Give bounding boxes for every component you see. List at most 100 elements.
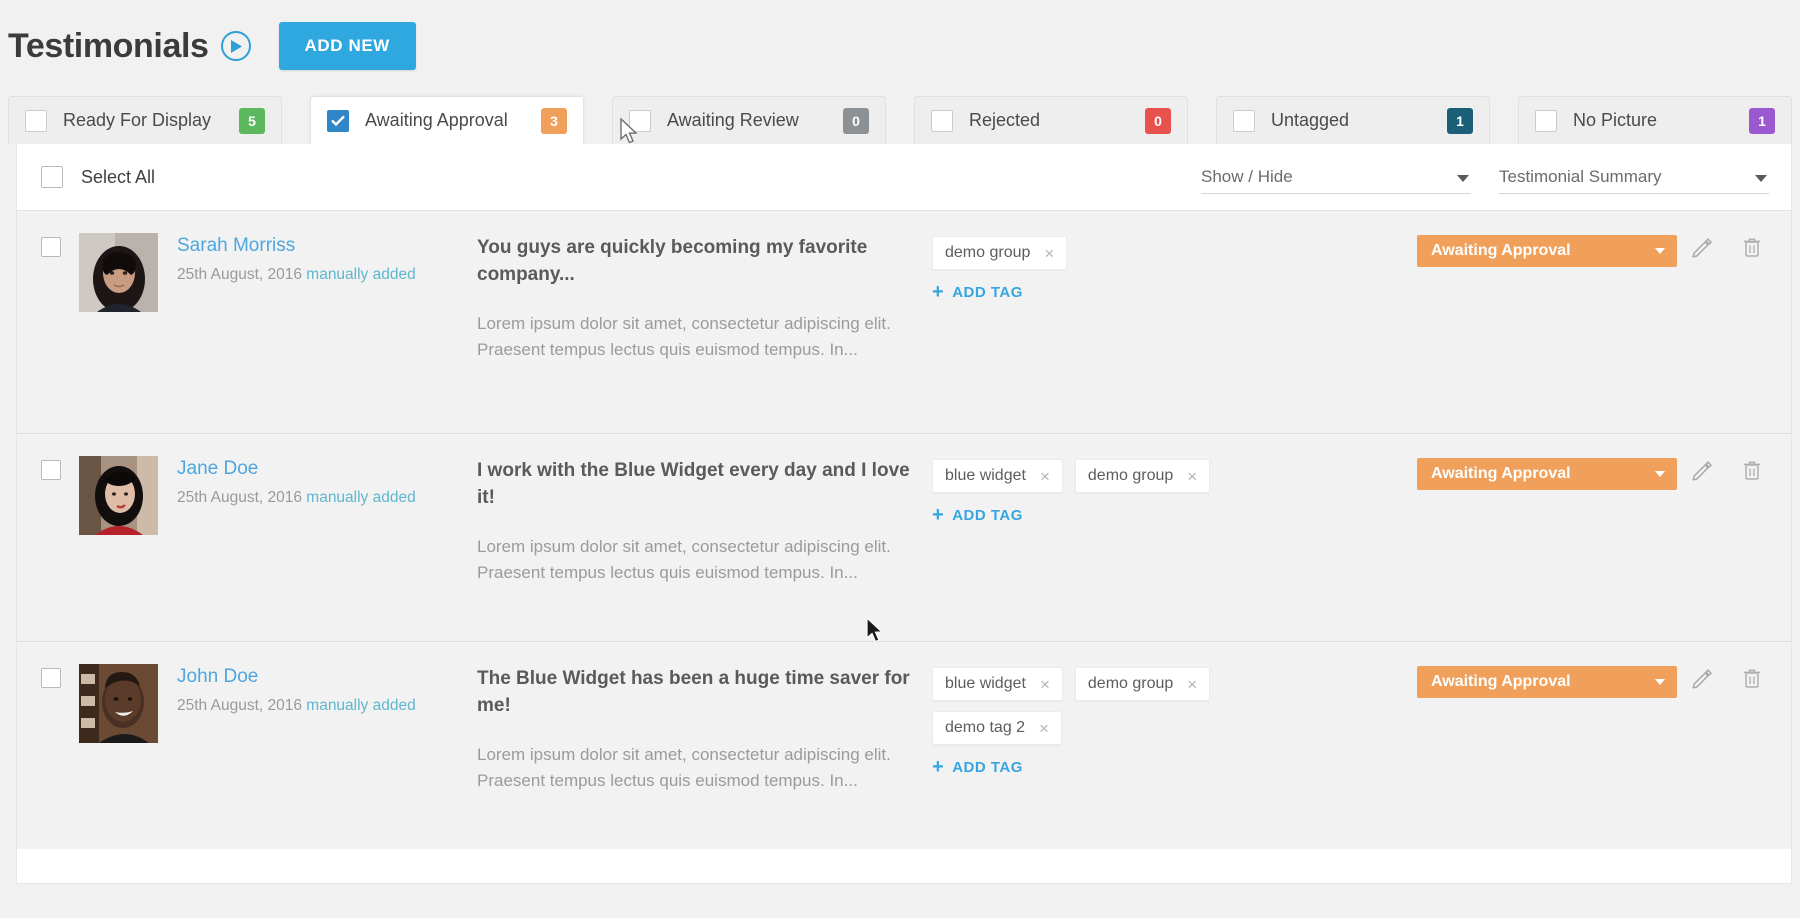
add-tag-button[interactable]: + ADD TAG xyxy=(932,505,1417,525)
trash-icon[interactable] xyxy=(1741,667,1763,689)
person-meta: 25th August, 2016 manually added xyxy=(177,489,477,507)
avatar xyxy=(79,233,158,312)
row-select-checkbox[interactable] xyxy=(41,668,61,688)
filter-tab-untagged[interactable]: Untagged 1 xyxy=(1216,96,1490,144)
filter-checkbox[interactable] xyxy=(25,110,47,132)
testimonial-body: Lorem ipsum dolor sit amet, consectetur … xyxy=(477,311,932,363)
status-label: Awaiting Approval xyxy=(1431,242,1571,260)
table-row: John Doe 25th August, 2016 manually added… xyxy=(17,641,1791,849)
filter-tab-label: Ready For Display xyxy=(63,110,225,131)
status-cell: Awaiting Approval xyxy=(1417,456,1677,619)
testimonial-list-panel: Select All Show / Hide Testimonial Summa… xyxy=(16,144,1792,884)
filter-tab-awaiting-approval[interactable]: Awaiting Approval3 xyxy=(310,96,584,144)
testimonial-text-cell: The Blue Widget has been a huge time sav… xyxy=(477,664,932,827)
filter-count-badge: 3 xyxy=(541,108,567,134)
status-cell: Awaiting Approval xyxy=(1417,664,1677,827)
status-dropdown[interactable]: Awaiting Approval xyxy=(1417,458,1677,490)
filter-checkbox[interactable] xyxy=(931,110,953,132)
avatar-cell xyxy=(79,233,177,411)
tag-chip[interactable]: demo tag 2× xyxy=(932,711,1062,745)
tag-remove-icon[interactable]: × xyxy=(1187,676,1197,693)
filter-tab-ready-for-display[interactable]: Ready For Display 5 xyxy=(8,96,282,144)
filter-checkbox[interactable] xyxy=(1233,110,1255,132)
pencil-icon[interactable] xyxy=(1691,236,1713,258)
tag-list: blue widget× demo group × xyxy=(932,459,1232,493)
trash-icon[interactable] xyxy=(1741,236,1763,258)
testimonial-body: Lorem ipsum dolor sit amet, consectetur … xyxy=(477,534,932,586)
filter-count-badge: 5 xyxy=(239,108,265,134)
chevron-down-icon xyxy=(1655,679,1665,685)
pencil-icon[interactable] xyxy=(1691,667,1713,689)
filter-count-badge: 1 xyxy=(1447,108,1473,134)
added-source-label: manually added xyxy=(306,266,415,283)
plus-icon: + xyxy=(932,282,944,302)
testimonial-title: The Blue Widget has been a huge time sav… xyxy=(477,666,932,720)
avatar-cell xyxy=(79,664,177,827)
status-dropdown[interactable]: Awaiting Approval xyxy=(1417,235,1677,267)
person-cell: Sarah Morriss 25th August, 2016 manually … xyxy=(177,233,477,411)
person-name-link[interactable]: Sarah Morriss xyxy=(177,235,295,257)
select-all-label: Select All xyxy=(81,167,155,188)
play-circle-icon[interactable] xyxy=(221,31,251,61)
status-label: Awaiting Approval xyxy=(1431,673,1571,691)
filter-tab-no-picture[interactable]: No Picture1 xyxy=(1518,96,1792,144)
add-tag-button[interactable]: +ADD TAG xyxy=(932,757,1417,777)
tag-chip[interactable]: demo group × xyxy=(1075,459,1210,493)
filter-count-badge: 0 xyxy=(843,108,869,134)
add-tag-label: ADD TAG xyxy=(952,284,1023,301)
add-new-button[interactable]: ADD NEW xyxy=(279,22,416,70)
table-row: Jane Doe 25th August, 2016 manually added… xyxy=(17,433,1791,641)
person-name-link[interactable]: Jane Doe xyxy=(177,458,258,480)
status-label: Awaiting Approval xyxy=(1431,465,1571,483)
show-hide-dropdown[interactable]: Show / Hide xyxy=(1201,160,1471,194)
filter-tab-rejected[interactable]: Rejected0 xyxy=(914,96,1188,144)
person-cell: John Doe 25th August, 2016 manually added xyxy=(177,664,477,827)
tag-remove-icon[interactable]: × xyxy=(1044,245,1054,262)
trash-icon[interactable] xyxy=(1741,459,1763,481)
row-checkbox-cell xyxy=(41,233,79,411)
filter-checkbox[interactable] xyxy=(327,110,349,132)
select-all-checkbox[interactable] xyxy=(41,166,63,188)
tag-chip[interactable]: blue widget× xyxy=(932,459,1063,493)
filter-tab-awaiting-review[interactable]: Awaiting Review0 xyxy=(612,96,886,144)
testimonial-body: Lorem ipsum dolor sit amet, consectetur … xyxy=(477,742,932,794)
chevron-down-icon xyxy=(1655,471,1665,477)
added-source-label: manually added xyxy=(306,697,415,714)
tag-remove-icon[interactable]: × xyxy=(1040,676,1050,693)
status-dropdown[interactable]: Awaiting Approval xyxy=(1417,666,1677,698)
table-row: Sarah Morriss 25th August, 2016 manually … xyxy=(17,210,1791,433)
tag-remove-icon[interactable]: × xyxy=(1187,468,1197,485)
person-meta: 25th August, 2016 manually added xyxy=(177,697,477,715)
tag-chip[interactable]: blue widget × xyxy=(932,667,1063,701)
add-tag-button[interactable]: + ADD TAG xyxy=(932,282,1417,302)
row-checkbox-cell xyxy=(41,456,79,619)
testimonial-title: You guys are quickly becoming my favorit… xyxy=(477,235,932,289)
person-meta: 25th August, 2016 manually added xyxy=(177,266,477,284)
row-actions xyxy=(1677,233,1769,411)
added-source-label: manually added xyxy=(306,489,415,506)
testimonial-summary-value: Testimonial Summary xyxy=(1499,167,1662,187)
testimonial-summary-dropdown[interactable]: Testimonial Summary xyxy=(1499,160,1769,194)
tag-remove-icon[interactable]: × xyxy=(1039,720,1049,737)
add-tag-label: ADD TAG xyxy=(952,759,1023,776)
plus-icon: + xyxy=(932,505,944,525)
row-select-checkbox[interactable] xyxy=(41,460,61,480)
pencil-icon[interactable] xyxy=(1691,459,1713,481)
testimonial-title: I work with the Blue Widget every day an… xyxy=(477,458,932,512)
add-tag-label: ADD TAG xyxy=(952,507,1023,524)
tag-label: demo group xyxy=(1088,467,1173,485)
row-select-checkbox[interactable] xyxy=(41,237,61,257)
tag-list: demo group × xyxy=(932,236,1232,270)
filter-checkbox[interactable] xyxy=(629,110,651,132)
filter-tab-label: Untagged xyxy=(1271,110,1433,131)
date-added: 25th August, 2016 xyxy=(177,266,302,283)
tag-remove-icon[interactable]: × xyxy=(1040,468,1050,485)
filter-checkbox[interactable] xyxy=(1535,110,1557,132)
person-name-link[interactable]: John Doe xyxy=(177,666,258,688)
row-checkbox-cell xyxy=(41,664,79,827)
tag-chip[interactable]: demo group× xyxy=(1075,667,1210,701)
tag-label: blue widget xyxy=(945,675,1026,693)
tag-chip[interactable]: demo group × xyxy=(932,236,1067,270)
tag-label: demo group xyxy=(945,244,1030,262)
list-toolbar: Select All Show / Hide Testimonial Summa… xyxy=(17,144,1791,210)
